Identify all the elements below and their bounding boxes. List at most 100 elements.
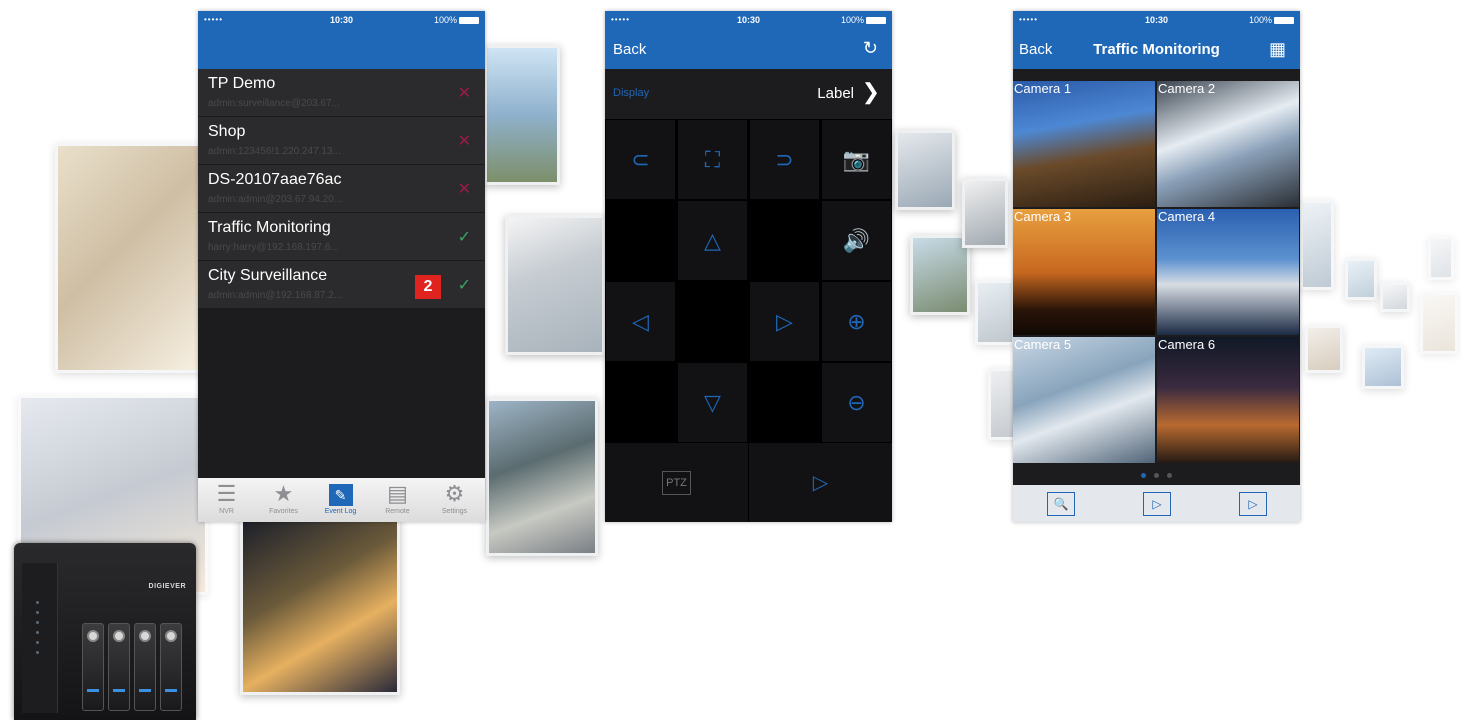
refresh-icon[interactable]: ↻ (863, 38, 878, 59)
battery-indicator: 100% (434, 15, 479, 25)
audio-button[interactable]: 🔊 (821, 200, 892, 281)
camera-label: Camera 2 (1158, 81, 1216, 96)
page-dot-active (1141, 473, 1146, 478)
drive-bay (134, 623, 156, 711)
battery-icon (459, 17, 479, 25)
page-title: Traffic Monitoring (1093, 41, 1220, 58)
camera-label: Camera 6 (1158, 337, 1216, 352)
arrow-up-icon: △ (704, 227, 721, 253)
zoom-out-icon: ⊖ (847, 389, 866, 415)
label-option[interactable]: Label (817, 85, 854, 102)
previous-camera-button[interactable]: ⊂ (605, 119, 676, 200)
floating-photo-frame (1362, 345, 1404, 389)
tab-favorites[interactable]: ★ Favorites (255, 478, 312, 522)
circle-left-icon: ⊂ (631, 146, 650, 172)
floating-photo-frame (1420, 292, 1458, 354)
tilt-up-button[interactable]: △ (677, 200, 748, 281)
camera-label: Camera 1 (1014, 81, 1072, 96)
device-name: TP Demo (208, 75, 276, 92)
battery-icon (1274, 17, 1294, 25)
camera-tile[interactable]: Camera 4 (1157, 209, 1299, 335)
ptz-empty-cell (749, 200, 820, 281)
device-address: admin:admin@203.67.94.20... (208, 194, 343, 205)
tilt-down-button[interactable]: ▽ (677, 362, 748, 443)
snapshot-button[interactable]: 📷 (821, 119, 892, 200)
tab-label: Remote (385, 508, 410, 515)
fullscreen-button[interactable]: ⛶ (677, 119, 748, 200)
check-icon[interactable]: ✓ (458, 275, 471, 295)
camera-tile[interactable]: Camera 2 (1157, 81, 1299, 207)
battery-percent: 100% (840, 15, 864, 25)
battery-icon (866, 17, 886, 25)
camera-tile[interactable]: Camera 6 (1157, 337, 1299, 463)
ptz-bottom-bar: PTZ ▷ (605, 443, 892, 522)
camera-tile[interactable]: Camera 3 (1013, 209, 1155, 335)
device-row[interactable]: TP Demo admin:surveillance@203.67... ✕ (198, 69, 485, 117)
pan-right-button[interactable]: ▷ (749, 281, 820, 362)
nav-bar (198, 31, 485, 69)
zoom-out-button[interactable]: ⊖ (821, 362, 892, 443)
floating-photo-frame (1305, 325, 1343, 373)
device-list: TP Demo admin:surveillance@203.67... ✕ S… (198, 69, 485, 309)
gear-icon: ⚙ (444, 481, 465, 506)
pan-left-button[interactable]: ◁ (605, 281, 676, 362)
ptz-mode-button[interactable]: PTZ (605, 443, 748, 522)
next-camera-button[interactable]: ⊃ (749, 119, 820, 200)
battery-indicator: 100% (1249, 15, 1294, 25)
device-row[interactable]: Traffic Monitoring harry:harry@192.168.1… (198, 213, 485, 261)
display-bar: Display Label ❯ (605, 69, 892, 119)
drive-bay (108, 623, 130, 711)
device-address: harry:harry@192.168.197.6... (208, 242, 339, 253)
delete-x-icon[interactable]: ✕ (458, 83, 471, 103)
camera-tile[interactable]: Camera 1 (1013, 81, 1155, 207)
back-button[interactable]: Back (613, 41, 646, 58)
nvr-device: DIGIEVER (14, 543, 196, 720)
zoom-in-icon: ⊕ (847, 308, 866, 334)
status-led (36, 641, 39, 644)
device-address: admin:surveillance@203.67... (208, 98, 340, 109)
status-led (36, 601, 39, 604)
tab-event-log[interactable]: ✎ Event Log (312, 478, 369, 522)
floating-photo-frame (1380, 282, 1410, 312)
floating-photo-frame (1300, 200, 1334, 290)
floating-photo-frame (975, 280, 1015, 345)
grid-layout-icon[interactable]: ▦ (1269, 39, 1286, 60)
tab-settings[interactable]: ⚙ Settings (426, 478, 483, 522)
device-address: admin:123456!1.220.247.13... (208, 146, 341, 157)
camera-grid-screen: ••••• 10:30 100% Back Traffic Monitoring… (1013, 11, 1300, 522)
floating-photo-frame (895, 130, 955, 210)
delete-x-icon[interactable]: ✕ (458, 131, 471, 151)
event-log-icon: ✎ (312, 478, 369, 508)
check-icon[interactable]: ✓ (458, 227, 471, 247)
tab-nvr[interactable]: ☰ NVR (198, 478, 255, 522)
camera-tile[interactable]: Camera 5 (1013, 337, 1155, 463)
floating-photo-frame (55, 143, 205, 373)
event-count-badge: 2 (415, 275, 441, 299)
battery-percent: 100% (1248, 15, 1272, 25)
fullscreen-icon: ⛶ (704, 146, 721, 172)
play-recording-button[interactable]: ▷ (1143, 492, 1171, 516)
device-row[interactable]: Shop admin:123456!1.220.247.13... ✕ (198, 117, 485, 165)
status-bar: ••••• 10:30 100% (1013, 11, 1300, 31)
tab-bar: ☰ NVR ★ Favorites ✎ Event Log ▤ Remote ⚙… (198, 478, 485, 522)
playback-button[interactable]: ▷ (1239, 492, 1267, 516)
chevron-right-icon[interactable]: ❯ (862, 79, 880, 105)
status-led (36, 611, 39, 614)
floating-photo-frame (962, 178, 1008, 248)
page-dot (1167, 473, 1172, 478)
device-row[interactable]: City Surveillance admin:admin@192.168.87… (198, 261, 485, 309)
floating-photo-frame (484, 45, 560, 185)
device-row[interactable]: DS-20107aae76ac admin:admin@203.67.94.20… (198, 165, 485, 213)
tab-remote[interactable]: ▤ Remote (369, 478, 426, 522)
floating-photo-frame (1428, 236, 1454, 280)
zoom-in-button[interactable]: ⊕ (821, 281, 892, 362)
marketing-collage: DIGIEVER ••••• 10:30 100% TP Demo admin:… (0, 0, 1461, 720)
device-name: DS-20107aae76ac (208, 171, 342, 188)
playback-icon: ▷ (1248, 497, 1258, 511)
delete-x-icon[interactable]: ✕ (458, 179, 471, 199)
device-name: Traffic Monitoring (208, 219, 331, 236)
playback-button[interactable]: ▷ (749, 443, 892, 522)
search-recording-button[interactable]: 🔍 (1047, 492, 1075, 516)
floating-photo-frame (1345, 258, 1377, 300)
ptz-empty-cell (749, 362, 820, 443)
